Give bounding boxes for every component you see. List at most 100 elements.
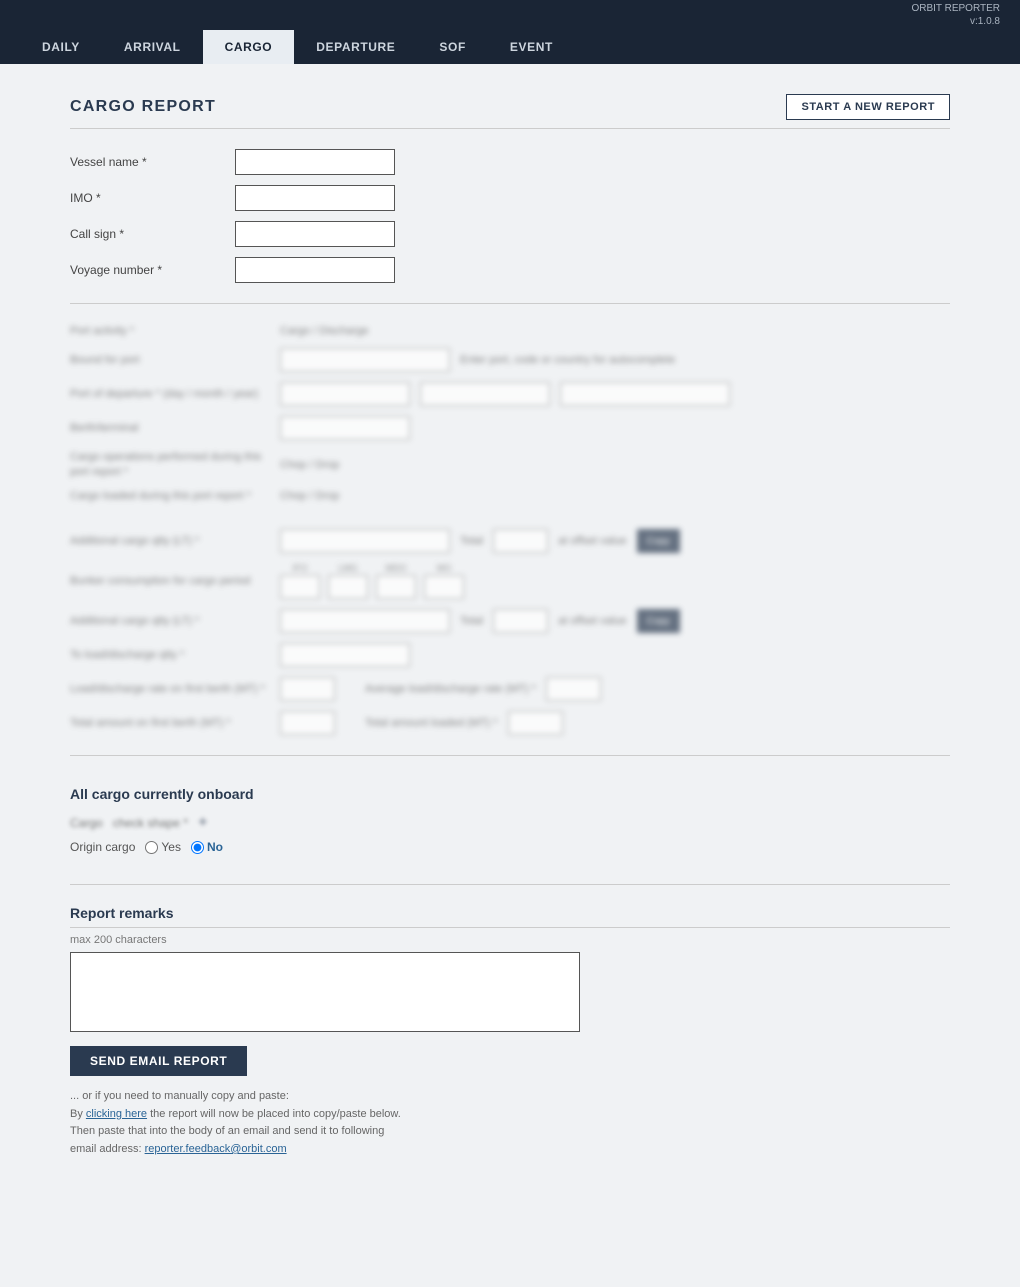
origin-cargo-row: Origin cargo Yes No: [70, 840, 950, 854]
bound-for-port-row: Bound for port Enter port, code or count…: [70, 348, 950, 372]
tab-arrival[interactable]: ARRIVAL: [102, 30, 203, 64]
tab-sof[interactable]: SOF: [417, 30, 487, 64]
totals-row: Total amount on first berth (MT) * Total…: [70, 711, 950, 735]
port-of-departure-input-day[interactable]: [280, 382, 410, 406]
copy-button-2[interactable]: Copy: [637, 609, 680, 633]
berth-terminal-input[interactable]: [280, 416, 410, 440]
port-of-departure-label: Port of departure * (day / month / year): [70, 387, 270, 401]
bunker-mo-input[interactable]: [424, 575, 464, 599]
load-discharge-first-berth-input[interactable]: [280, 677, 335, 701]
to-load-discharge-label: To load/discharge qtty *: [70, 648, 270, 662]
remarks-divider: [70, 884, 950, 885]
cargo-item-label: Cargo: [70, 816, 103, 830]
voyage-number-group: Voyage number *: [70, 257, 950, 283]
origin-cargo-radio-no[interactable]: [191, 841, 204, 854]
vessel-info-form: Vessel name * IMO * Call sign * Voyage n…: [70, 149, 950, 283]
additional-cargo-qtty-row: Additional cargo qtty (LT) * Total at of…: [70, 529, 950, 553]
additional-cargo-qtty-label: Additional cargo qtty (LT) *: [70, 534, 270, 548]
additional-cargo-qtty-input[interactable]: [280, 529, 450, 553]
footer-text: ... or if you need to manually copy and …: [70, 1088, 950, 1158]
to-load-discharge-row: To load/discharge qtty *: [70, 643, 950, 667]
start-new-report-button[interactable]: START A NEW REPORT: [786, 94, 950, 120]
cargo-loaded-during-label: Cargo loaded during this port report *: [70, 489, 270, 503]
footer-line1: By clicking here the report will now be …: [70, 1106, 950, 1124]
remarks-title: Report remarks: [70, 905, 950, 928]
bound-for-port-input[interactable]: [280, 348, 450, 372]
total-loaded-label: Total amount loaded (MT) *: [365, 716, 498, 730]
bunker-lmg-wrap: LMG: [328, 563, 368, 599]
origin-cargo-radio-yes[interactable]: [145, 841, 158, 854]
to-load-discharge-input[interactable]: [280, 643, 410, 667]
total-label: Total: [460, 535, 483, 547]
total-label2: Total: [460, 615, 483, 627]
port-of-departure-row: Port of departure * (day / month / year): [70, 382, 950, 406]
remarks-textarea[interactable]: [70, 952, 580, 1032]
rates-row: Load/discharge rate on first berth (MT) …: [70, 677, 950, 701]
vessel-name-label: Vessel name *: [70, 155, 225, 169]
cargo-operations-performed-label: Cargo operations performed during this p…: [70, 450, 270, 479]
berth-terminal-row: Berth/terminal: [70, 416, 950, 440]
total-loaded-input[interactable]: [508, 711, 563, 735]
bunker-col-inputs: IFO LMG MDO MO: [280, 563, 464, 599]
bunker-consumption-row: Bunker consumption for cargo period IFO …: [70, 563, 950, 599]
bound-for-port-label: Bound for port: [70, 353, 270, 367]
vessel-name-group: Vessel name *: [70, 149, 950, 175]
vessel-name-input[interactable]: [235, 149, 395, 175]
footer-link[interactable]: clicking here: [86, 1108, 147, 1120]
port-of-departure-input-year[interactable]: [560, 382, 730, 406]
tab-cargo[interactable]: CARGO: [203, 30, 295, 64]
avg-load-discharge-label: Average load/discharge rate (MT) *: [365, 682, 536, 696]
nav-tabs: DAILY ARRIVAL CARGO DEPARTURE SOF EVENT: [0, 30, 1020, 64]
total-input[interactable]: [493, 529, 548, 553]
app-title: ORBIT REPORTER v:1.0.8: [911, 2, 1000, 28]
cargo-onboard-title: All cargo currently onboard: [70, 786, 950, 802]
total-first-berth-input[interactable]: [280, 711, 335, 735]
bunker-ifo-input[interactable]: [280, 575, 320, 599]
cargo-operations-performed-row: Cargo operations performed during this p…: [70, 450, 950, 479]
port-activity-value: Cargo / Discharge: [280, 325, 369, 337]
copy-button-1[interactable]: Copy: [637, 529, 680, 553]
port-activity-label: Port activity *: [70, 324, 270, 338]
call-sign-input[interactable]: [235, 221, 395, 247]
tab-departure[interactable]: DEPARTURE: [294, 30, 417, 64]
voyage-number-input[interactable]: [235, 257, 395, 283]
additional-cargo-qtty2-input[interactable]: [280, 609, 450, 633]
voyage-number-label: Voyage number *: [70, 263, 225, 277]
app-header: ORBIT REPORTER v:1.0.8: [0, 0, 1020, 30]
additional-cargo-qtty2-label: Additional cargo qtty (LT) *: [70, 614, 270, 628]
col-label-mdo: MDO: [386, 563, 407, 573]
origin-cargo-no[interactable]: No: [191, 840, 223, 854]
tab-daily[interactable]: DAILY: [20, 30, 102, 64]
footer-line3: email address: reporter.feedback@orbit.c…: [70, 1141, 950, 1159]
load-discharge-first-berth-label: Load/discharge rate on first berth (MT) …: [70, 682, 270, 696]
imo-label: IMO *: [70, 191, 225, 205]
footer-line2: Then paste that into the body of an emai…: [70, 1123, 950, 1141]
cargo-add-button[interactable]: +: [198, 814, 207, 832]
bunker-ifo-wrap: IFO: [280, 563, 320, 599]
footer-email[interactable]: reporter.feedback@orbit.com: [145, 1143, 287, 1155]
cargo-divider: [70, 755, 950, 756]
total-input2[interactable]: [493, 609, 548, 633]
remarks-hint: max 200 characters: [70, 934, 950, 946]
col-label-lmg: LMG: [338, 563, 358, 573]
cargo-loaded-value: Chop / Drop: [280, 490, 339, 502]
origin-cargo-yes[interactable]: Yes: [145, 840, 181, 854]
main-content: CARGO REPORT START A NEW REPORT Vessel n…: [20, 64, 1000, 1189]
imo-input[interactable]: [235, 185, 395, 211]
tab-event[interactable]: EVENT: [488, 30, 575, 64]
footer-note: ... or if you need to manually copy and …: [70, 1088, 950, 1106]
port-activity-row: Port activity * Cargo / Discharge: [70, 324, 950, 338]
send-email-report-button[interactable]: SEND EMAIL REPORT: [70, 1046, 247, 1076]
section-divider: [70, 303, 950, 304]
page-title: CARGO REPORT: [70, 98, 216, 116]
port-operations-section: Port activity * Cargo / Discharge Bound …: [70, 324, 950, 735]
bunker-consumption-label: Bunker consumption for cargo period: [70, 574, 270, 588]
bunker-mo-wrap: MO: [424, 563, 464, 599]
cargo-onboard-section: All cargo currently onboard Cargo check …: [70, 786, 950, 854]
additional-cargo-qtty2-row: Additional cargo qtty (LT) * Total at of…: [70, 609, 950, 633]
bunker-mdo-input[interactable]: [376, 575, 416, 599]
cargo-operations-value: Chop / Drop: [280, 459, 339, 471]
avg-load-discharge-input[interactable]: [546, 677, 601, 701]
port-of-departure-input-month[interactable]: [420, 382, 550, 406]
bunker-lmg-input[interactable]: [328, 575, 368, 599]
